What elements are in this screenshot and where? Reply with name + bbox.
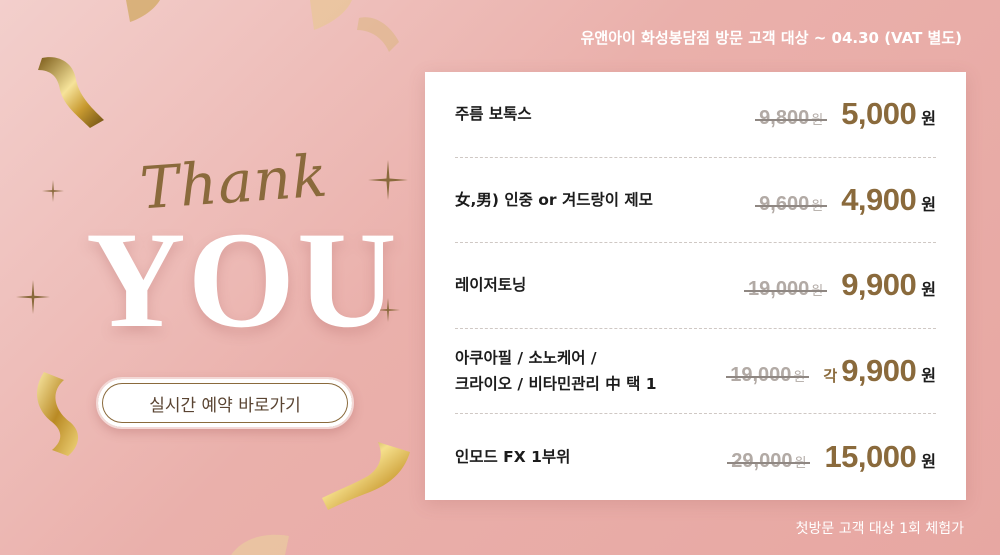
thank-script-title: Thank xyxy=(137,141,331,223)
currency-unit: 원 xyxy=(794,455,807,471)
original-price-value: 19,000 xyxy=(730,364,792,387)
price-group: 9,800 원 5,000 원 xyxy=(755,96,936,132)
gold-ribbon-decoration xyxy=(322,442,410,510)
currency-unit: 원 xyxy=(811,283,824,299)
treatment-name: 아쿠아필 / 소노케어 / 크라이오 / 비타민관리 中 택 1 xyxy=(455,349,657,394)
sparkle-icon xyxy=(16,280,50,314)
currency-unit: 원 xyxy=(811,197,824,213)
price-row: 레이저토닝 19,000 원 9,900 원 xyxy=(455,243,936,329)
original-price-value: 19,000 xyxy=(748,278,810,301)
event-condition-note: 유앤아이 화성봉담점 방문 고객 대상 ~ 04.30 (VAT 별도) xyxy=(580,29,962,47)
gold-ribbon-decoration xyxy=(231,534,289,555)
each-label: 각 xyxy=(823,367,838,386)
price-row: 女,男) 인중 or 겨드랑이 제모 9,600 원 4,900 원 xyxy=(455,158,936,244)
treatment-name: 레이저토닝 xyxy=(455,276,527,295)
price-row: 아쿠아필 / 소노케어 / 크라이오 / 비타민관리 中 택 1 19,000 원… xyxy=(455,329,936,415)
original-price: 9,800 원 xyxy=(755,107,828,130)
original-price: 19,000 원 xyxy=(726,364,810,387)
sparkle-icon xyxy=(42,180,64,202)
currency-unit: 원 xyxy=(811,112,824,128)
discount-price-value: 9,900 xyxy=(841,353,917,389)
sparkle-icon xyxy=(368,160,408,200)
discount-price-value: 4,900 xyxy=(841,181,917,217)
gold-ribbon-decoration xyxy=(126,0,160,22)
discount-price-value: 5,000 xyxy=(841,96,917,132)
currency-unit: 원 xyxy=(793,369,806,385)
promo-banner: YOU Thank 실시간 예약 바로가기 유앤아이 화성봉담점 방문 고객 대… xyxy=(0,0,1000,555)
price-group: 19,000 원 9,900 원 xyxy=(744,267,936,303)
original-price-value: 29,000 xyxy=(731,450,793,473)
original-price-value: 9,600 xyxy=(759,192,810,215)
price-row: 인모드 FX 1부위 29,000 원 15,000 원 xyxy=(455,414,936,500)
gold-ribbon-decoration xyxy=(357,17,399,53)
gold-ribbon-decoration xyxy=(38,57,104,128)
currency-unit: 원 xyxy=(921,366,936,386)
treatment-name: 주름 보톡스 xyxy=(455,105,532,124)
original-price: 9,600 원 xyxy=(755,192,828,216)
first-visit-note: 첫방문 고객 대상 1회 체험가 xyxy=(795,521,964,537)
realtime-reservation-button[interactable]: 실시간 예약 바로가기 xyxy=(96,377,354,429)
original-price-value: 9,800 xyxy=(759,107,810,130)
price-list-card: 주름 보톡스 9,800 원 5,000 원 女,男) 인중 or 겨드랑이 제모… xyxy=(425,72,966,500)
price-group: 29,000 원 15,000 원 xyxy=(727,439,936,475)
treatment-name: 인모드 FX 1부위 xyxy=(455,448,571,467)
price-row: 주름 보톡스 9,800 원 5,000 원 xyxy=(455,72,936,158)
discount-price-value: 15,000 xyxy=(824,439,917,475)
treatment-name: 女,男) 인중 or 겨드랑이 제모 xyxy=(455,190,653,209)
currency-unit: 원 xyxy=(921,452,936,472)
currency-unit: 원 xyxy=(921,280,936,300)
discount-price-value: 9,900 xyxy=(841,267,917,303)
price-group: 9,600 원 4,900 원 xyxy=(755,181,936,218)
gold-ribbon-decoration xyxy=(310,0,352,30)
currency-unit: 원 xyxy=(921,109,936,129)
price-group: 19,000 원 각 9,900 원 xyxy=(726,353,936,389)
original-price: 29,000 원 xyxy=(727,450,811,473)
gold-ribbon-decoration xyxy=(37,372,79,456)
you-title: YOU xyxy=(86,203,399,356)
currency-unit: 원 xyxy=(921,194,936,214)
original-price: 19,000 원 xyxy=(744,278,828,301)
